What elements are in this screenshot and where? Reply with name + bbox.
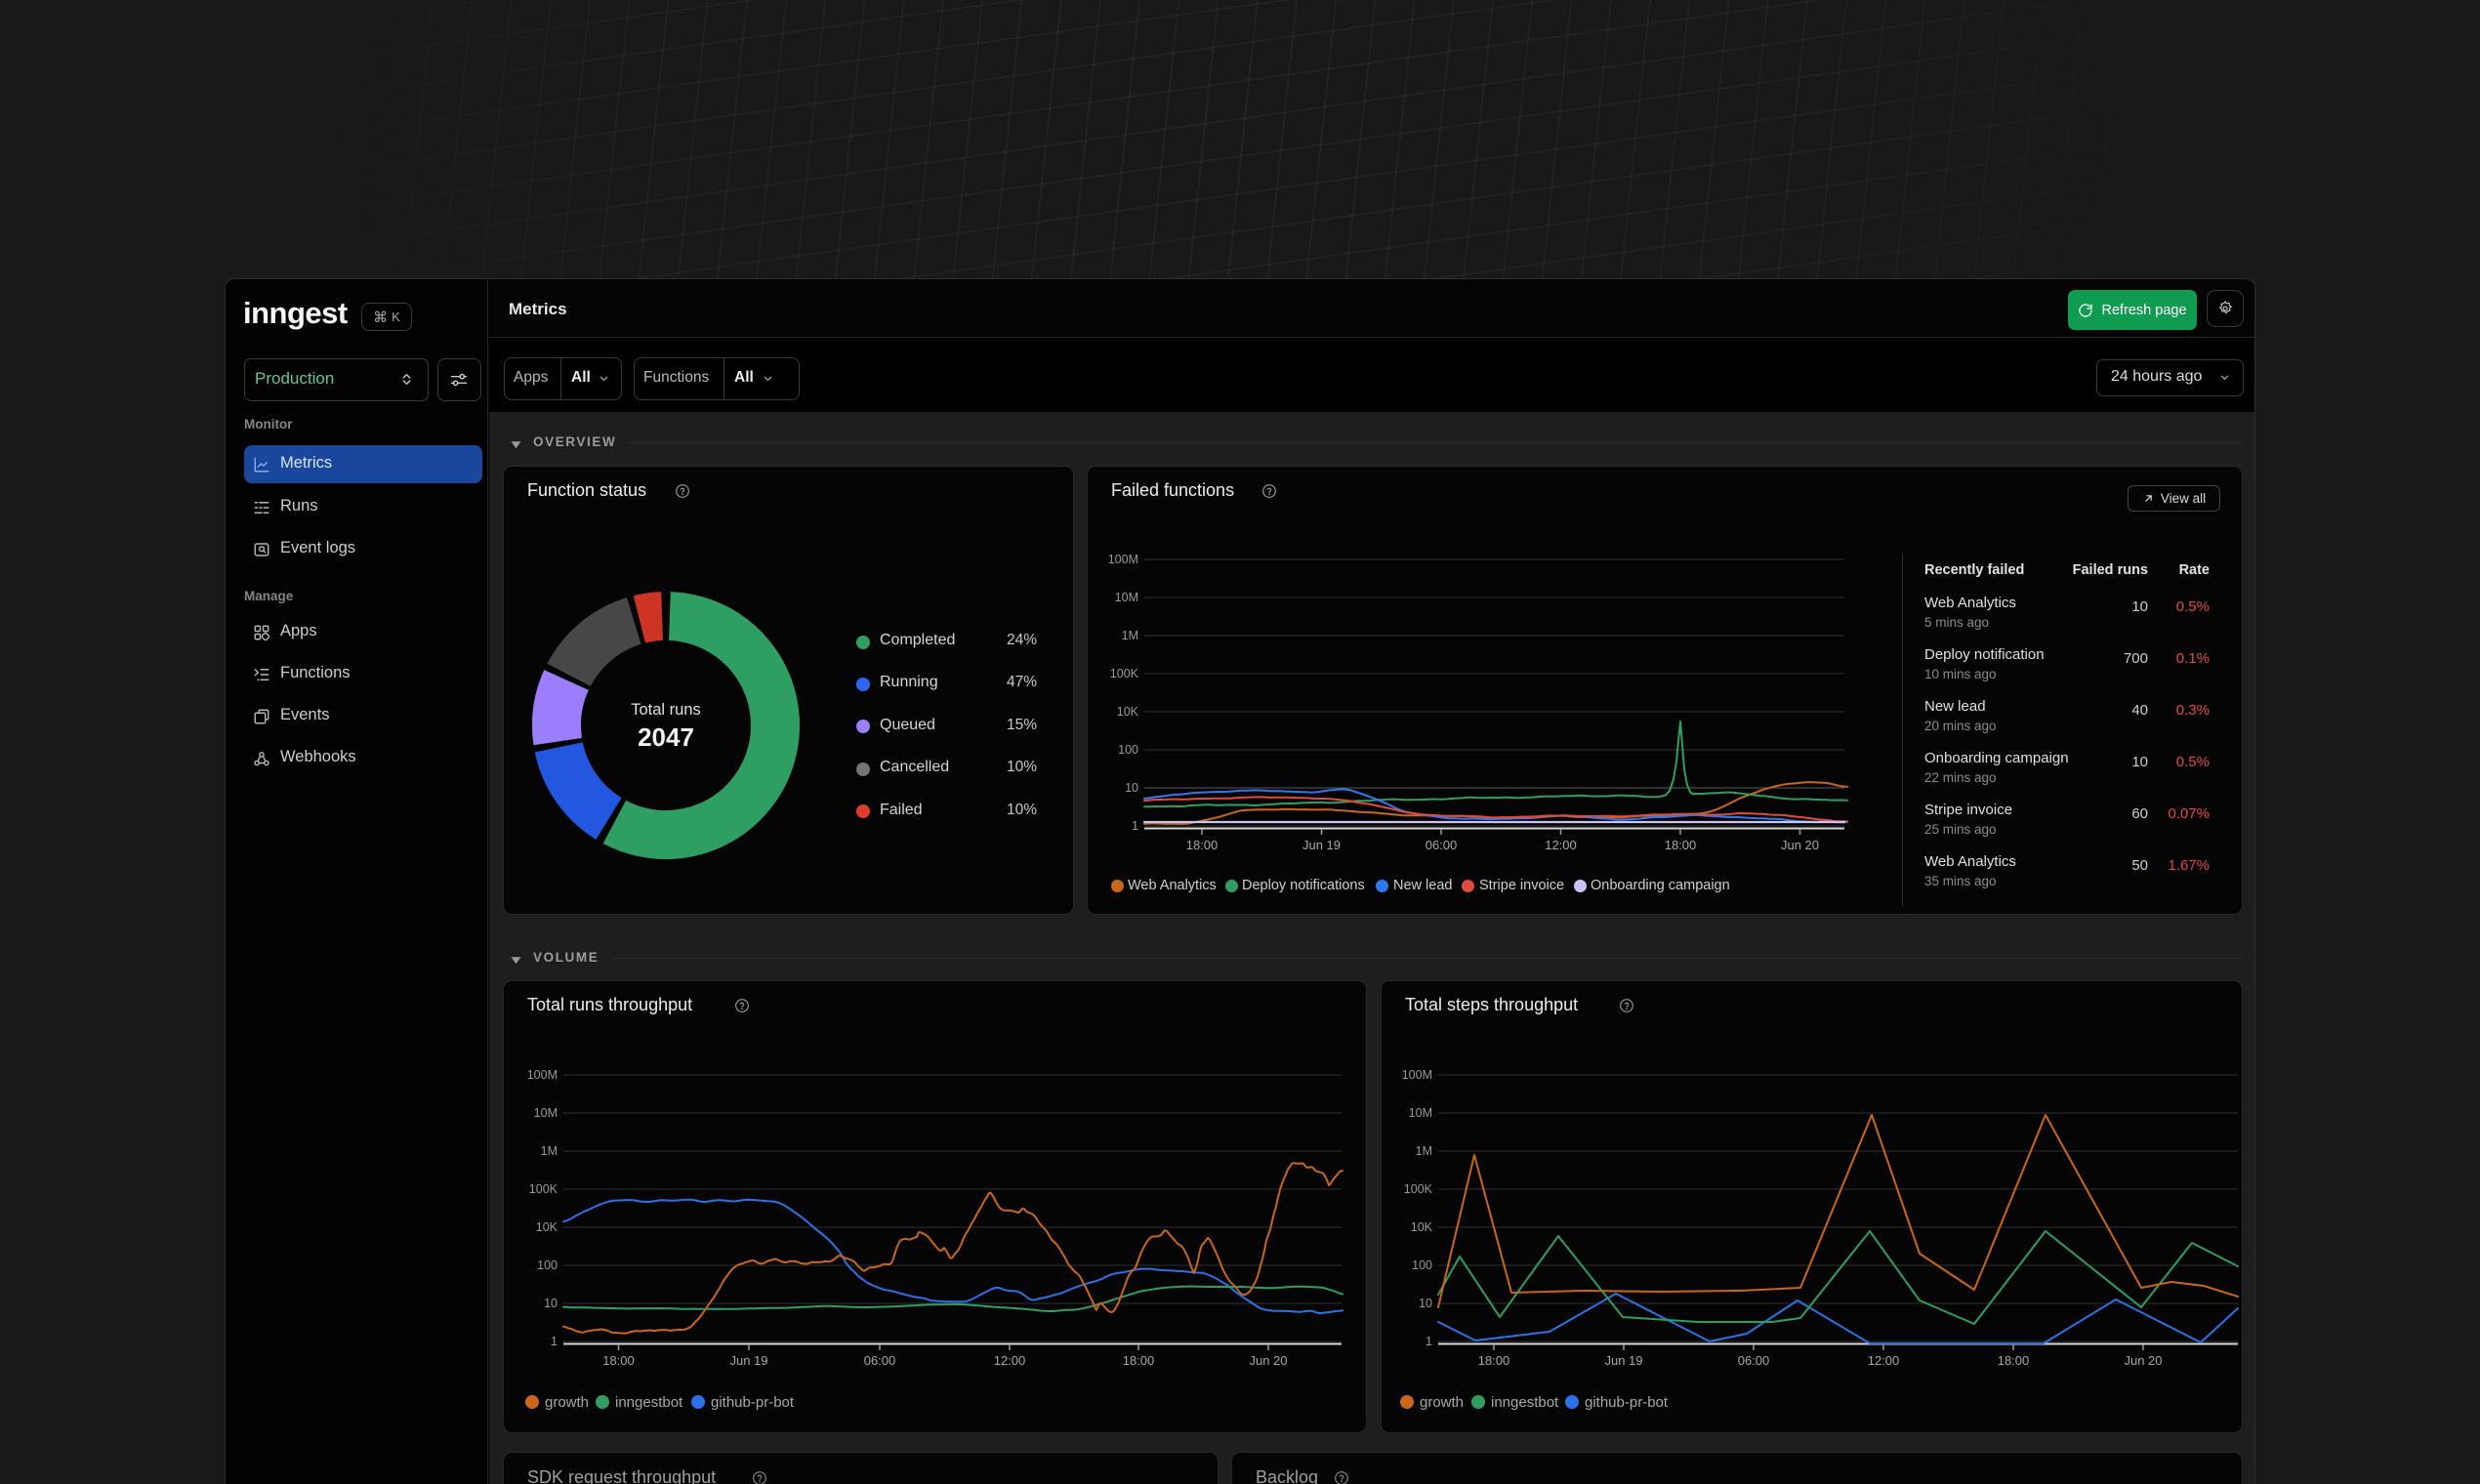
svg-text:Jun 19: Jun 19 [1604,1353,1642,1368]
svg-text:1M: 1M [1122,629,1138,642]
svg-text:18:00: 18:00 [1123,1353,1155,1368]
svg-text:06:00: 06:00 [1738,1353,1770,1368]
svg-text:1M: 1M [541,1144,558,1158]
svg-text:100: 100 [1118,743,1138,757]
svg-text:1: 1 [551,1335,558,1348]
svg-text:Jun 19: Jun 19 [1302,838,1341,852]
svg-text:10: 10 [1419,1297,1432,1310]
svg-text:1M: 1M [1416,1144,1432,1158]
svg-text:100K: 100K [1404,1182,1433,1196]
svg-text:Jun 20: Jun 20 [1781,838,1819,852]
svg-text:100K: 100K [1110,667,1139,680]
svg-text:10M: 10M [1409,1106,1432,1120]
svg-text:10M: 10M [534,1106,558,1120]
svg-text:10K: 10K [536,1220,558,1234]
svg-text:Jun 20: Jun 20 [1249,1353,1287,1368]
svg-text:10: 10 [544,1297,558,1310]
svg-text:18:00: 18:00 [602,1353,635,1368]
svg-text:Jun 19: Jun 19 [729,1353,767,1368]
svg-text:18:00: 18:00 [1998,1353,2030,1368]
svg-text:100K: 100K [529,1182,558,1196]
svg-text:100: 100 [537,1258,558,1272]
svg-text:100: 100 [1412,1258,1432,1272]
svg-text:12:00: 12:00 [994,1353,1026,1368]
svg-text:18:00: 18:00 [1186,838,1219,852]
svg-text:18:00: 18:00 [1665,838,1697,852]
svg-text:12:00: 12:00 [1545,838,1577,852]
svg-text:10: 10 [1125,781,1138,795]
svg-text:10K: 10K [1411,1220,1433,1234]
svg-text:10K: 10K [1117,705,1139,719]
svg-text:18:00: 18:00 [1478,1353,1510,1368]
svg-text:10M: 10M [1115,591,1138,604]
svg-text:06:00: 06:00 [864,1353,896,1368]
svg-text:1: 1 [1132,819,1138,833]
svg-text:1: 1 [1426,1335,1432,1348]
svg-text:06:00: 06:00 [1426,838,1458,852]
svg-text:100M: 100M [527,1068,558,1082]
svg-text:12:00: 12:00 [1868,1353,1900,1368]
svg-text:100M: 100M [1108,553,1138,566]
svg-text:100M: 100M [1402,1068,1432,1082]
svg-text:Jun 20: Jun 20 [2124,1353,2162,1368]
